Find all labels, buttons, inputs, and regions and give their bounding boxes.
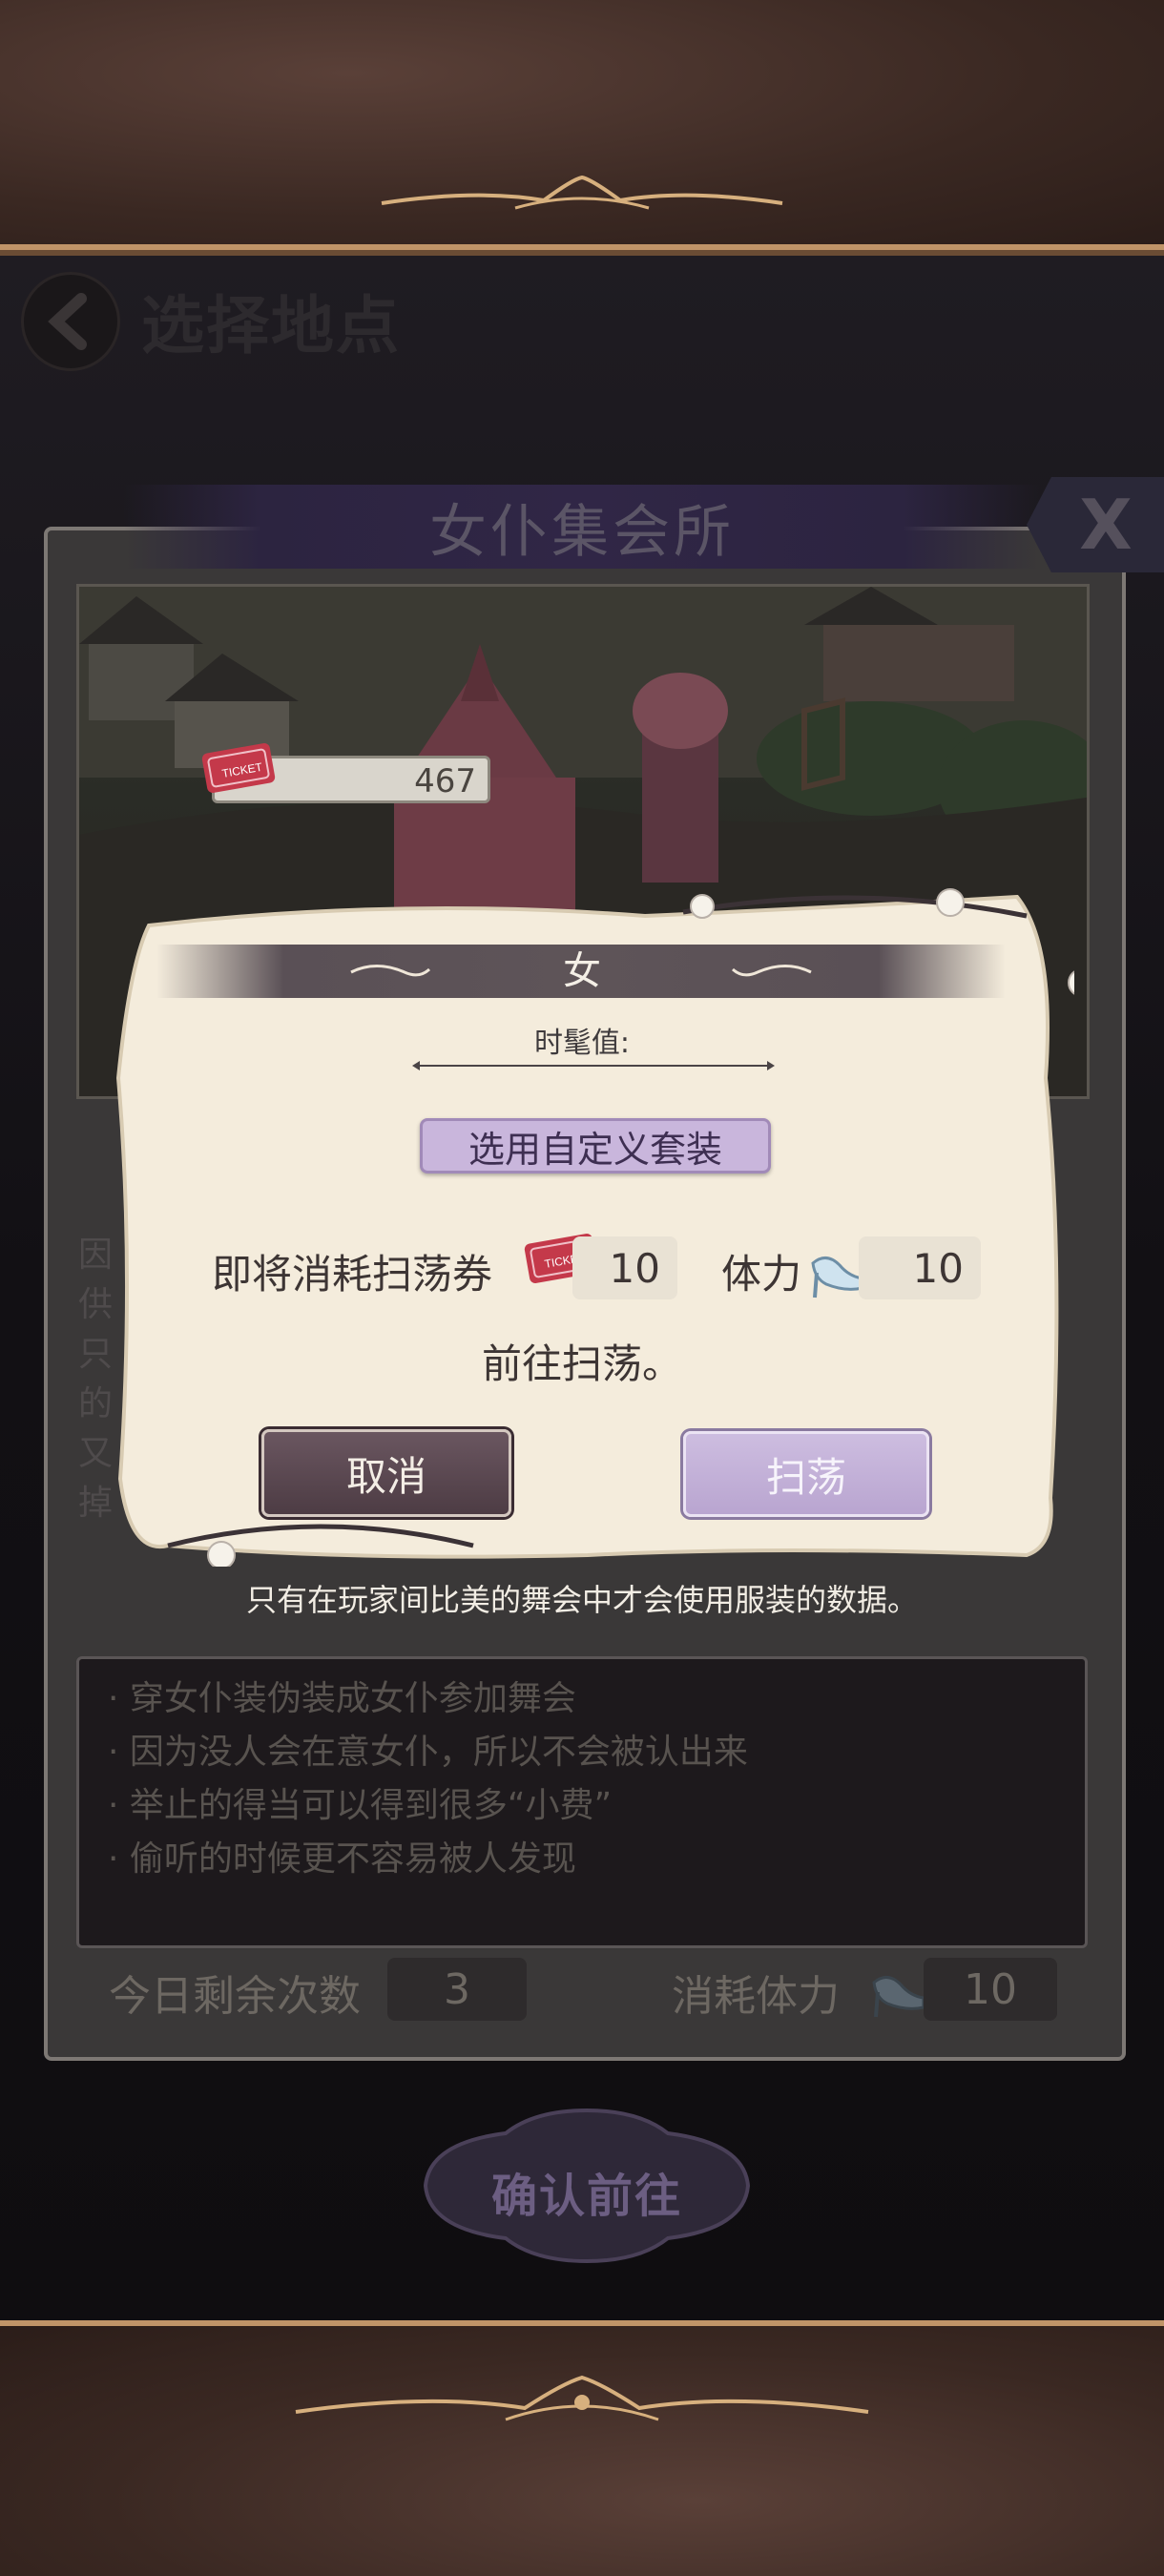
- list-item: 穿女仆装伪装成女仆参加舞会: [108, 1672, 1056, 1726]
- disclaimer-text: 只有在玩家间比美的舞会中才会使用服装的数据。: [245, 1582, 918, 1618]
- ticket-icon: TICKET: [201, 743, 276, 793]
- close-icon: X: [1079, 485, 1133, 565]
- location-title: 女仆集会所: [429, 498, 735, 566]
- custom-outfit-button[interactable]: 选用自定义套装: [420, 1118, 771, 1174]
- divider: [412, 1061, 775, 1070]
- description-box: 穿女仆装伪装成女仆参加舞会 因为没人会在意女仆，所以不会被认出来 举止的得当可以…: [76, 1656, 1088, 1948]
- rose-icon: [207, 1541, 236, 1567]
- rose-icon: [690, 894, 715, 919]
- list-item: 因为没人会在意女仆，所以不会被认出来: [108, 1726, 1056, 1779]
- rose-icon: [936, 888, 965, 917]
- go-sweep-text: 前往扫荡。: [481, 1340, 682, 1387]
- ticket-cost: 10: [572, 1236, 677, 1299]
- back-button[interactable]: [21, 272, 120, 371]
- close-button[interactable]: X: [1027, 477, 1164, 572]
- list-item: 举止的得当可以得到很多“小费”: [108, 1779, 1056, 1833]
- cancel-button[interactable]: 取消: [261, 1429, 511, 1517]
- remaining-label: 今日剩余次数: [109, 1972, 361, 2021]
- glass-slipper-icon: [872, 1976, 925, 2018]
- sweep-button[interactable]: 扫荡: [683, 1431, 929, 1517]
- ticket-count: 467: [414, 762, 476, 800]
- stamina-label: 体力: [721, 1251, 802, 1298]
- panel-header: 女仆集会所: [124, 485, 1040, 569]
- stamina-label: 消耗体力: [672, 1972, 840, 2021]
- popup-title: 女: [563, 949, 601, 993]
- flourish-ornament-icon: [295, 2375, 869, 2421]
- bottom-frame: [0, 2320, 1164, 2576]
- confirm-label: 确认前往: [490, 2170, 682, 2223]
- list-item: 偷听的时候更不容易被人发现: [108, 1833, 1056, 1886]
- top-frame: [0, 0, 1164, 256]
- remaining-value: 3: [387, 1958, 527, 2021]
- stamina-value: 10: [924, 1958, 1057, 2021]
- stamina-cost: 10: [859, 1236, 981, 1299]
- page-title: 选择地点: [141, 288, 401, 363]
- back-arrow-icon: [48, 293, 87, 350]
- flourish-ornament-icon: [381, 175, 783, 210]
- fashion-value-label: 时髦值:: [533, 1027, 631, 1060]
- consume-label: 即将消耗扫荡券: [212, 1251, 493, 1298]
